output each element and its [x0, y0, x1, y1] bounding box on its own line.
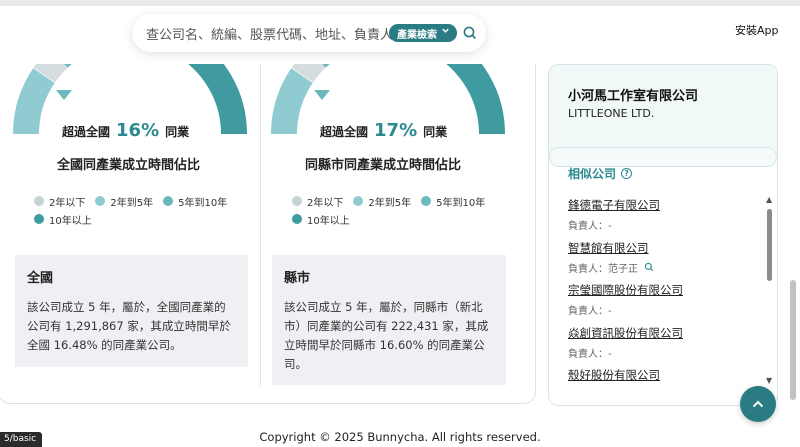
- category-search-dropdown[interactable]: 產業檢索: [389, 24, 457, 42]
- national-gauge-title: 全國同產業成立時間佔比: [57, 158, 201, 173]
- list-item: 焱創資訊股份有限公司 負責人：-: [568, 325, 758, 368]
- national-percent: 16%: [116, 120, 160, 141]
- county-legend: 2年以下 2年到5年 5年到10年 10年以上: [292, 192, 495, 228]
- national-box-title: 全國: [27, 271, 54, 286]
- gauge-segment-under-2: [291, 64, 326, 84]
- similar-title-label: 相似公司: [568, 167, 617, 181]
- help-icon[interactable]: ?: [621, 168, 633, 179]
- similar-company-link[interactable]: 智慧館有限公司: [568, 240, 758, 260]
- chevron-up-icon: [752, 400, 764, 408]
- national-info-box: 全國 該公司成立 5 年，屬於，全國同產業的公司有 1,291,867 家，其成…: [15, 255, 248, 367]
- legend-item-0: 2年以下: [34, 194, 85, 209]
- gauge-segment-under-2: [33, 64, 68, 84]
- legend-item-0: 2年以下: [292, 194, 343, 209]
- company-name: 小河馬工作室有限公司: [568, 89, 699, 104]
- legend-dot: [34, 196, 44, 206]
- legend-item-3: 10年以上: [34, 212, 92, 227]
- search-input[interactable]: 查公司名、統編、股票代碼、地址、負責人: [146, 24, 393, 43]
- list-item: 智慧館有限公司 負責人：范子正: [568, 240, 758, 283]
- county-box-title: 縣市: [284, 271, 311, 286]
- similar-company-link[interactable]: 鋒德電子有限公司: [568, 197, 758, 217]
- list-item: 殼好股份有限公司: [568, 367, 758, 405]
- national-percent-row: 超過全國 16% 同業: [62, 120, 189, 141]
- county-percent: 17%: [374, 120, 418, 141]
- responsible-person: 負責人：-: [568, 306, 612, 317]
- back-to-top-button[interactable]: [740, 386, 776, 422]
- responsible-person: 負責人：-: [568, 221, 612, 232]
- legend-dot: [34, 214, 44, 224]
- national-prefix: 超過全國: [62, 125, 111, 139]
- county-info-box: 縣市 該公司成立 5 年，屬於，同縣市（新北市）同產業的公司有 222,431 …: [272, 255, 506, 385]
- county-suffix: 同業: [423, 125, 448, 139]
- footer-copyright: Copyright © 2025 Bunnycha. All rights re…: [259, 430, 541, 444]
- company-side-panel: 小河馬工作室有限公司 LITTLEONE LTD. 相似公司 ? 鋒德電子有限公…: [548, 64, 778, 406]
- similar-company-list: 鋒德電子有限公司 負責人：- 智慧館有限公司 負責人：范子正 宗瑩國際股份有限公…: [568, 197, 758, 405]
- county-percent-row: 超過全國 17% 同業: [320, 120, 447, 141]
- scrollbar-thumb[interactable]: [767, 209, 772, 281]
- legend-dot: [421, 196, 432, 206]
- legend-item-3: 10年以上: [292, 212, 350, 227]
- search-icon[interactable]: [644, 262, 654, 272]
- search-icon[interactable]: [462, 25, 478, 41]
- company-name-en: LITTLEONE LTD.: [568, 107, 655, 120]
- list-scrollbar[interactable]: ▲ ▼: [766, 195, 774, 385]
- category-dropdown-label: 產業檢索: [397, 29, 437, 41]
- county-gauge-title: 同縣市同產業成立時間佔比: [305, 158, 462, 173]
- panel-divider: [549, 147, 777, 167]
- top-border: [0, 0, 800, 6]
- national-box-text: 該公司成立 5 年，屬於，全國同產業的公司有 1,291,867 家，其成立時間…: [27, 300, 231, 352]
- similar-companies-title: 相似公司 ?: [568, 165, 633, 182]
- install-app-link[interactable]: 安裝App: [735, 22, 779, 38]
- legend-dot: [163, 196, 174, 206]
- legend-dot: [292, 196, 302, 206]
- legend-item-1: 2年到5年: [353, 194, 411, 209]
- status-url-chip: 5/basic: [0, 432, 43, 447]
- gauge-pointer-icon: [314, 90, 330, 100]
- scroll-down-arrow-icon[interactable]: ▼: [766, 376, 772, 385]
- national-legend: 2年以下 2年到5年 5年到10年 10年以上: [34, 192, 237, 228]
- search-bar[interactable]: 查公司名、統編、股票代碼、地址、負責人 產業檢索: [132, 14, 486, 52]
- gauge-pointer-icon: [56, 90, 72, 100]
- similar-company-link[interactable]: 宗瑩國際股份有限公司: [568, 282, 758, 302]
- county-box-text: 該公司成立 5 年，屬於，同縣市（新北市）同產業的公司有 222,431 家，其…: [284, 300, 489, 371]
- national-suffix: 同業: [165, 125, 190, 139]
- chevron-down-icon: [441, 26, 450, 38]
- gauge-segment-2-to-5: [271, 68, 313, 134]
- similar-company-link[interactable]: 殼好股份有限公司: [568, 367, 758, 387]
- responsible-person: 負責人：-: [568, 348, 612, 360]
- gauge-segment-2-to-5: [13, 68, 55, 134]
- similar-company-link[interactable]: 焱創資訊股份有限公司: [568, 325, 758, 345]
- page-scrollbar[interactable]: [790, 280, 796, 400]
- legend-item-1: 2年到5年: [95, 194, 153, 209]
- county-prefix: 超過全國: [320, 125, 369, 139]
- list-item: 鋒德電子有限公司 負責人：-: [568, 197, 758, 240]
- legend-dot: [353, 196, 364, 206]
- scroll-up-arrow-icon[interactable]: ▲: [766, 195, 772, 204]
- legend-dot: [95, 196, 106, 206]
- responsible-person: 負責人：范子正: [568, 260, 758, 275]
- list-item: 宗瑩國際股份有限公司 負責人：-: [568, 282, 758, 325]
- legend-dot: [292, 214, 302, 224]
- legend-item-2: 5年到10年: [163, 194, 227, 209]
- legend-item-2: 5年到10年: [421, 194, 485, 209]
